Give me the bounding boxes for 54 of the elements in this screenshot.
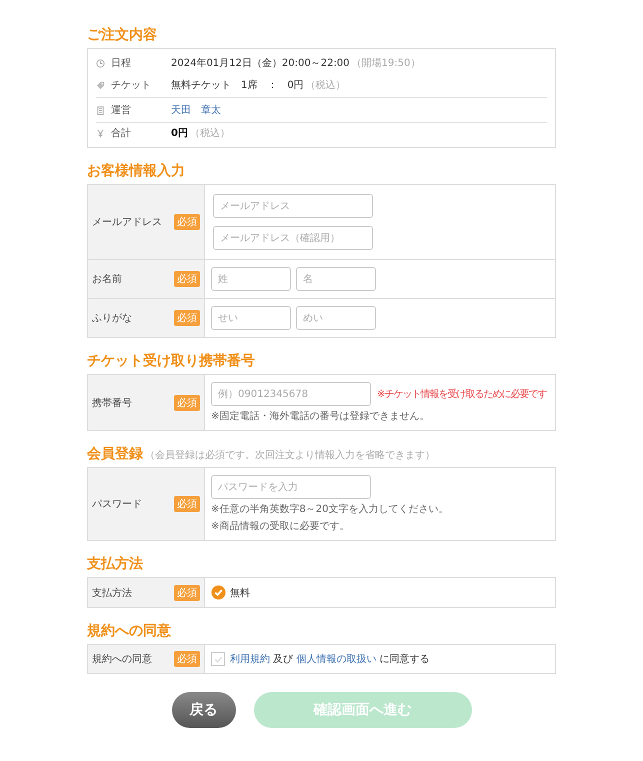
tax-note: （税込） (306, 78, 346, 92)
section-title: 支払方法 (87, 555, 143, 573)
summary-value: 2024年01月12日（金）20:00～22:00 (171, 57, 350, 70)
required-badge: 必須 (174, 214, 200, 230)
required-badge: 必須 (174, 394, 200, 410)
yen-icon (96, 128, 105, 138)
ticket-icon (96, 80, 105, 90)
input-field[interactable]: せい (211, 306, 291, 330)
tax-note: （税込） (190, 126, 230, 140)
required-badge: 必須 (174, 271, 200, 287)
agreement-text: 利用規約 及び 個人情報の取扱い に同意する (230, 652, 430, 666)
summary-label: 運営 (111, 104, 132, 117)
input-field[interactable]: 名 (296, 267, 376, 291)
field-label: お名前 (92, 273, 122, 286)
input-field[interactable]: パスワードを入力 (211, 475, 371, 499)
section-title: 会員登録 (87, 445, 143, 463)
summary-value: 0円 (171, 127, 188, 140)
option-label: 無料 (230, 586, 250, 600)
building-icon (96, 106, 105, 114)
summary-value[interactable]: 天田 章太 (171, 103, 221, 117)
field-label: パスワード (92, 498, 142, 511)
note-text: ※任意の半角英数字8～20文字を入力してください。 (211, 502, 450, 516)
checkbox[interactable] (211, 652, 225, 666)
required-badge: 必須 (174, 651, 200, 667)
section-title: ご注文内容 (87, 26, 157, 44)
check-icon (214, 654, 222, 664)
required-badge: 必須 (174, 584, 200, 600)
field-label: ふりがな (92, 312, 132, 325)
input-field[interactable]: めい (296, 306, 376, 330)
section-title: お客様情報入力 (87, 162, 185, 180)
summary-label: 合計 (111, 126, 132, 140)
note-text: ※固定電話・海外電話の番号は登録できません。 (211, 410, 430, 423)
field-label: 携帯番号 (92, 396, 132, 410)
back-button[interactable]: 戻る (172, 692, 236, 728)
note-text: ※商品情報の受取に必要です。 (211, 520, 350, 533)
required-badge: 必須 (174, 496, 200, 512)
hint-text: ※チケット情報を受け取るために必要です (377, 388, 546, 401)
field-label: メールアドレス (92, 216, 162, 229)
summary-value: 無料チケット 1席 ： 0円 (171, 78, 304, 92)
clock-icon (96, 58, 105, 68)
section-title: 規約への同意 (87, 622, 171, 640)
summary-label: 日程 (111, 57, 132, 70)
input-field[interactable]: メールアドレス (213, 194, 373, 218)
field-label: 支払方法 (92, 586, 132, 600)
input-field[interactable]: メールアドレス（確認用） (213, 226, 373, 250)
field-label: 規約への同意 (92, 652, 152, 666)
input-field[interactable]: 例）09012345678 (211, 382, 371, 406)
input-field[interactable]: 姓 (211, 267, 291, 291)
section-note: （会員登録は必須です。次回注文より情報入力を省略できます） (145, 448, 435, 462)
section-title: チケット受け取り携帯番号 (87, 352, 255, 370)
summary-label: チケット (111, 79, 152, 92)
tax-note: （開場19:50） (352, 57, 420, 70)
required-badge: 必須 (174, 310, 200, 326)
check-circle-icon[interactable] (211, 585, 226, 600)
